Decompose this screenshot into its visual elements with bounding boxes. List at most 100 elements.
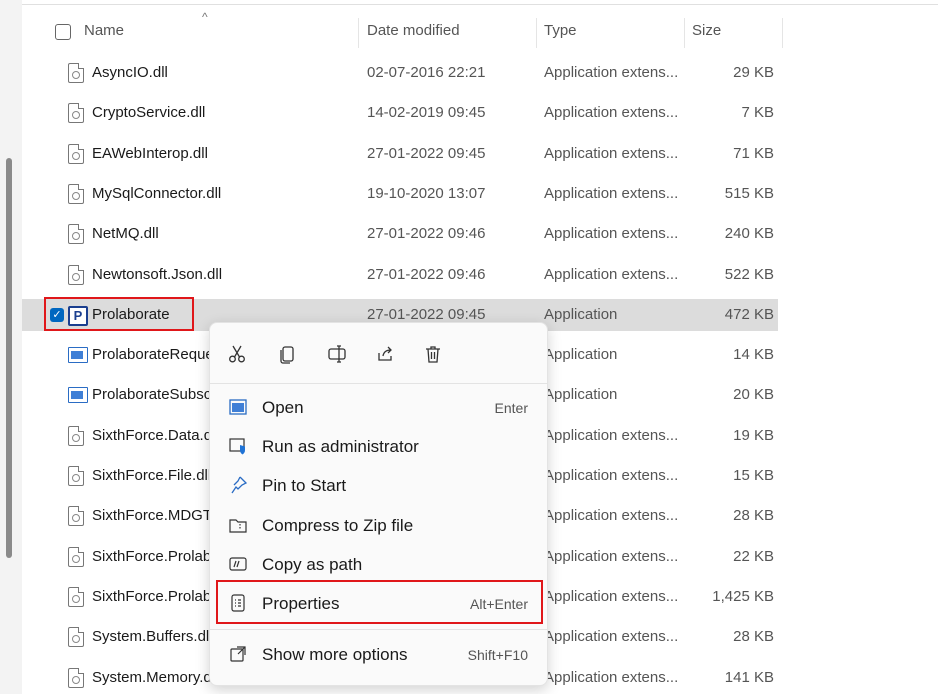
menu-item-compress-to-zip-file[interactable]: Compress to Zip file bbox=[218, 507, 538, 543]
file-date-modified: 27-01-2022 09:45 bbox=[367, 144, 486, 162]
menu-item-show-more-options[interactable]: Show more options Shift+F10 bbox=[218, 636, 538, 672]
file-date-modified: 14-02-2019 09:45 bbox=[367, 104, 486, 122]
file-name: Newtonsoft.Json.dll bbox=[92, 265, 223, 283]
file-date-modified: 19-10-2020 13:07 bbox=[367, 184, 486, 202]
dll-file-icon bbox=[68, 63, 84, 83]
file-size: 28 KB bbox=[733, 507, 774, 525]
menu-item-pin-to-start[interactable]: Pin to Start bbox=[218, 467, 538, 503]
copy-icon[interactable] bbox=[272, 339, 302, 369]
file-size: 515 KB bbox=[724, 184, 774, 202]
column-divider[interactable] bbox=[684, 18, 685, 48]
dll-file-icon bbox=[68, 466, 84, 486]
file-size: 1,425 KB bbox=[712, 587, 774, 605]
dll-file-icon bbox=[68, 143, 84, 164]
pin-icon bbox=[228, 475, 248, 495]
highlight-box-properties bbox=[216, 580, 543, 624]
copy-path-icon bbox=[228, 554, 248, 574]
show-more-icon bbox=[228, 644, 248, 664]
open-app-icon bbox=[228, 397, 248, 417]
file-row[interactable]: CryptoService.dll 14-02-2019 09:45 Applica… bbox=[22, 97, 778, 129]
file-row[interactable]: NetMQ.dll 27-01-2022 09:46 Application ext… bbox=[22, 218, 778, 250]
select-all-checkbox[interactable] bbox=[55, 24, 71, 40]
sort-ascending-icon: ^ bbox=[202, 10, 208, 24]
file-type: Application bbox=[544, 386, 618, 404]
file-size: 472 KB bbox=[724, 305, 774, 323]
column-header-name[interactable]: Name bbox=[84, 22, 124, 39]
vertical-scrollbar[interactable] bbox=[0, 0, 22, 694]
file-row[interactable]: EAWebInterop.dll 27-01-2022 09:45 Applicat… bbox=[22, 138, 778, 170]
file-size: 28 KB bbox=[733, 628, 774, 646]
menu-item-run-as-administrator[interactable]: Run as administrator bbox=[218, 428, 538, 464]
dll-file-icon bbox=[68, 224, 84, 245]
file-type: Application extens... bbox=[544, 507, 679, 525]
dll-file-icon bbox=[68, 506, 84, 527]
file-name: EAWebInterop.dll bbox=[92, 144, 208, 162]
file-size: 14 KB bbox=[733, 346, 774, 364]
file-name: CryptoService.dll bbox=[92, 104, 206, 122]
column-header-row: ^ Name Date modified Type Size bbox=[22, 0, 802, 60]
file-size: 29 KB bbox=[733, 64, 774, 81]
application-icon bbox=[68, 387, 88, 404]
column-header-type[interactable]: Type bbox=[544, 22, 577, 39]
file-name: NetMQ.dll bbox=[92, 225, 159, 243]
scrollbar-thumb[interactable] bbox=[6, 158, 12, 558]
file-size: 15 KB bbox=[733, 467, 774, 484]
file-type: Application extens... bbox=[544, 144, 679, 162]
share-icon[interactable] bbox=[370, 339, 400, 369]
application-icon bbox=[68, 347, 88, 364]
zip-folder-icon bbox=[228, 515, 248, 535]
context-menu: Open Enter Run as administrator Pin to Star… bbox=[209, 322, 548, 686]
menu-item-shortcut: Shift+F10 bbox=[467, 647, 528, 663]
file-name: AsyncIO.dll bbox=[92, 64, 168, 81]
file-size: 7 KB bbox=[741, 104, 774, 122]
file-row[interactable]: AsyncIO.dll 02-07-2016 22:21 Application e… bbox=[22, 57, 778, 89]
menu-item-open[interactable]: Open Enter bbox=[218, 389, 538, 425]
file-size: 20 KB bbox=[733, 386, 774, 404]
file-type: Application extens... bbox=[544, 64, 679, 81]
file-type: Application extens... bbox=[544, 265, 679, 283]
menu-item-copy-as-path[interactable]: Copy as path bbox=[218, 546, 538, 582]
column-divider[interactable] bbox=[536, 18, 537, 48]
file-type: Application extens... bbox=[544, 587, 679, 605]
dll-file-icon bbox=[68, 667, 84, 688]
dll-file-icon bbox=[68, 586, 84, 607]
file-type: Application bbox=[544, 346, 618, 364]
file-name: MySqlConnector.dll bbox=[92, 184, 222, 202]
file-date-modified: 02-07-2016 22:21 bbox=[367, 64, 486, 81]
dll-file-icon bbox=[68, 103, 84, 124]
column-divider[interactable] bbox=[358, 18, 359, 48]
file-type: Application extens... bbox=[544, 628, 679, 646]
file-type: Application extens... bbox=[544, 547, 679, 565]
cut-icon[interactable] bbox=[222, 339, 252, 369]
file-size: 522 KB bbox=[724, 265, 774, 283]
menu-separator bbox=[210, 383, 547, 384]
dll-file-icon bbox=[68, 627, 84, 648]
file-type: Application extens... bbox=[544, 184, 679, 202]
dll-file-icon bbox=[68, 546, 84, 567]
file-row[interactable]: MySqlConnector.dll 19-10-2020 13:07 Applic… bbox=[22, 178, 778, 210]
menu-item-label: Copy as path bbox=[262, 555, 363, 574]
menu-item-label: Show more options bbox=[262, 645, 408, 664]
column-header-date[interactable]: Date modified bbox=[367, 22, 460, 39]
rename-icon[interactable] bbox=[322, 339, 352, 369]
delete-icon[interactable] bbox=[418, 339, 448, 369]
file-date-modified: 27-01-2022 09:45 bbox=[367, 305, 486, 323]
file-size: 22 KB bbox=[733, 547, 774, 565]
menu-item-shortcut: Enter bbox=[494, 400, 528, 416]
file-type: Application extens... bbox=[544, 426, 679, 444]
file-size: 19 KB bbox=[733, 426, 774, 444]
file-date-modified: 27-01-2022 09:46 bbox=[367, 225, 486, 243]
file-type: Application extens... bbox=[544, 104, 679, 122]
shield-admin-icon bbox=[228, 436, 248, 456]
highlight-box-selected-file bbox=[44, 297, 194, 331]
menu-item-label: Compress to Zip file bbox=[262, 516, 414, 535]
dll-file-icon bbox=[68, 425, 84, 446]
menu-item-label: Open bbox=[262, 398, 304, 417]
file-type: Application extens... bbox=[544, 467, 679, 484]
file-row[interactable]: Newtonsoft.Json.dll 27-01-2022 09:46 Appli… bbox=[22, 259, 778, 291]
dll-file-icon bbox=[68, 183, 84, 204]
file-type: Application bbox=[544, 305, 618, 323]
file-size: 240 KB bbox=[724, 225, 774, 243]
column-header-size[interactable]: Size bbox=[692, 22, 721, 39]
column-divider[interactable] bbox=[782, 18, 783, 48]
